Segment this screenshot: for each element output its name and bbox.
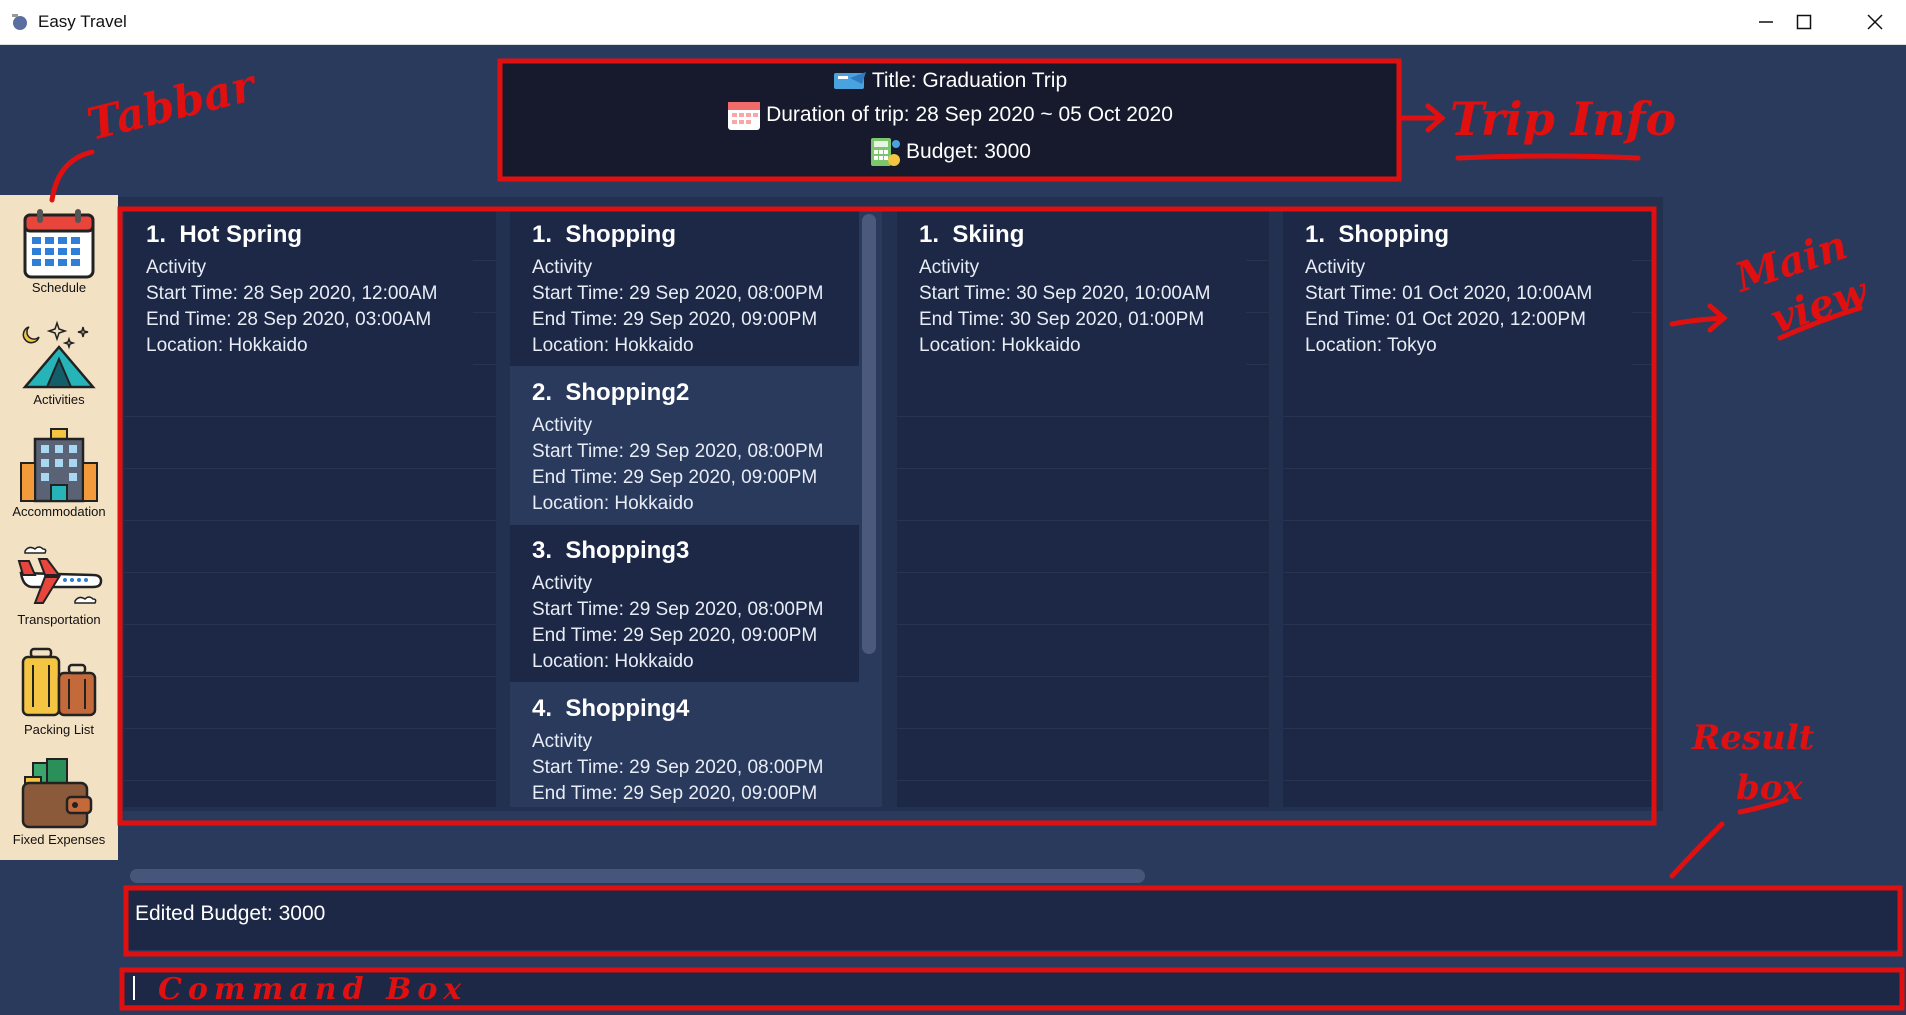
wallet-icon bbox=[21, 758, 93, 829]
card-location: Location: Tokyo bbox=[1305, 335, 1437, 356]
window-title: Easy Travel bbox=[38, 12, 127, 31]
card-title: 1. Shopping bbox=[532, 221, 676, 248]
schedule-card[interactable]: 2. Shopping2 Activity Start Time: 29 Sep… bbox=[510, 367, 859, 524]
day-column-3[interactable]: 1. Skiing Activity Start Time: 30 Sep 20… bbox=[897, 209, 1269, 807]
card-title: 1. Skiing bbox=[919, 221, 1025, 248]
card-end-time: End Time: 29 Sep 2020, 09:00PM bbox=[532, 309, 818, 330]
tab-activities[interactable]: Activities bbox=[0, 315, 118, 420]
calculator-icon bbox=[871, 138, 901, 166]
card-title: 3. Shopping3 bbox=[532, 537, 690, 564]
hotel-icon bbox=[20, 428, 98, 503]
schedule-card[interactable]: 1. Skiing Activity Start Time: 30 Sep 20… bbox=[897, 209, 1246, 366]
tab-transportation-label: Transportation bbox=[17, 612, 101, 627]
trip-title: Title: Graduation Trip bbox=[871, 69, 1068, 92]
day-column-2[interactable]: 1. Shopping Activity Start Time: 29 Sep … bbox=[510, 209, 882, 807]
tab-accommodation-label: Accommodation bbox=[12, 504, 106, 519]
trip-title-row: Title: Graduation Trip bbox=[498, 68, 1401, 94]
card-type: Activity bbox=[146, 257, 207, 278]
trip-duration: Duration of trip: 28 Sep 2020 ~ 05 Oct 2… bbox=[766, 103, 1173, 126]
card-title: 2. Shopping2 bbox=[532, 379, 690, 406]
card-location: Location: Hokkaido bbox=[532, 651, 694, 672]
card-end-time: End Time: 29 Sep 2020, 09:00PM bbox=[532, 783, 818, 804]
tab-activities-label: Activities bbox=[33, 392, 85, 407]
annotation-result-2: box bbox=[1736, 768, 1803, 808]
calendar-icon bbox=[728, 102, 761, 130]
card-end-time: End Time: 29 Sep 2020, 09:00PM bbox=[532, 467, 818, 488]
trip-duration-row: Duration of trip: 28 Sep 2020 ~ 05 Oct 2… bbox=[498, 98, 1401, 132]
vertical-scrollbar[interactable] bbox=[862, 214, 876, 654]
day-column-4[interactable]: 1. Shopping Activity Start Time: 01 Oct … bbox=[1283, 209, 1655, 807]
window-titlebar: Easy Travel bbox=[0, 0, 1906, 45]
card-type: Activity bbox=[532, 731, 593, 752]
card-location: Location: Hokkaido bbox=[532, 335, 694, 356]
trip-info-panel: Title: Graduation Trip Duration of trip:… bbox=[498, 60, 1401, 178]
schedule-card[interactable]: 1. Shopping Activity Start Time: 29 Sep … bbox=[510, 209, 859, 366]
tab-packing-list[interactable]: Packing List bbox=[0, 645, 118, 750]
calendar-icon bbox=[23, 209, 95, 279]
tab-fixed-expenses-label: Fixed Expenses bbox=[12, 832, 106, 847]
tab-fixed-expenses[interactable]: Fixed Expenses bbox=[0, 755, 118, 860]
card-type: Activity bbox=[919, 257, 980, 278]
app-icon bbox=[12, 14, 27, 30]
luggage-icon bbox=[21, 647, 97, 717]
card-location: Location: Hokkaido bbox=[146, 335, 308, 356]
airplane-icon bbox=[17, 546, 103, 604]
annotation-command-box: Command Box bbox=[158, 972, 468, 1007]
close-icon bbox=[1867, 14, 1883, 30]
minimize-icon bbox=[1759, 21, 1773, 23]
card-start-time: Start Time: 29 Sep 2020, 08:00PM bbox=[532, 283, 824, 304]
card-end-time: End Time: 28 Sep 2020, 03:00AM bbox=[146, 309, 432, 330]
text-caret bbox=[133, 976, 135, 1000]
schedule-card[interactable]: 1. Shopping Activity Start Time: 01 Oct … bbox=[1283, 209, 1632, 366]
maximize-button[interactable] bbox=[1777, 0, 1831, 44]
trip-budget: Budget: 3000 bbox=[906, 140, 1031, 163]
card-title: 1. Shopping bbox=[1305, 221, 1449, 248]
card-type: Activity bbox=[532, 257, 593, 278]
close-button[interactable] bbox=[1846, 0, 1904, 44]
tab-transportation[interactable]: Transportation bbox=[0, 535, 118, 640]
card-end-time: End Time: 01 Oct 2020, 12:00PM bbox=[1305, 309, 1586, 330]
card-start-time: Start Time: 28 Sep 2020, 12:00AM bbox=[146, 283, 438, 304]
card-title: 1. Hot Spring bbox=[146, 221, 303, 248]
ticket-icon bbox=[833, 72, 866, 89]
card-end-time: End Time: 29 Sep 2020, 09:00PM bbox=[532, 625, 818, 646]
annotation-trip-info: Trip Info bbox=[1450, 92, 1677, 146]
main-view: 1. Hot Spring Activity Start Time: 28 Se… bbox=[118, 197, 1663, 811]
card-start-time: Start Time: 29 Sep 2020, 08:00PM bbox=[532, 599, 824, 620]
maximize-icon bbox=[1796, 14, 1812, 30]
schedule-card[interactable]: 4. Shopping4 Activity Start Time: 29 Sep… bbox=[510, 683, 859, 807]
tabbar: Schedule Activities Accommodation Transp… bbox=[0, 195, 118, 860]
tab-accommodation[interactable]: Accommodation bbox=[0, 425, 118, 530]
card-title: 4. Shopping4 bbox=[532, 695, 690, 722]
horizontal-scrollbar[interactable] bbox=[130, 869, 1145, 883]
day-column-1[interactable]: 1. Hot Spring Activity Start Time: 28 Se… bbox=[124, 209, 496, 807]
card-type: Activity bbox=[532, 573, 593, 594]
result-box: Edited Budget: 3000 bbox=[128, 890, 1898, 950]
card-start-time: Start Time: 29 Sep 2020, 08:00PM bbox=[532, 757, 824, 778]
schedule-card[interactable]: 3. Shopping3 Activity Start Time: 29 Sep… bbox=[510, 525, 859, 682]
card-start-time: Start Time: 30 Sep 2020, 10:00AM bbox=[919, 283, 1211, 304]
card-type: Activity bbox=[1305, 257, 1366, 278]
card-start-time: Start Time: 29 Sep 2020, 08:00PM bbox=[532, 441, 824, 462]
card-start-time: Start Time: 01 Oct 2020, 10:00AM bbox=[1305, 283, 1593, 304]
card-location: Location: Hokkaido bbox=[532, 493, 694, 514]
tent-icon bbox=[22, 320, 96, 389]
tab-packing-list-label: Packing List bbox=[23, 722, 95, 737]
card-location: Location: Hokkaido bbox=[919, 335, 1081, 356]
tab-schedule[interactable]: Schedule bbox=[0, 205, 118, 310]
card-end-time: End Time: 30 Sep 2020, 01:00PM bbox=[919, 309, 1205, 330]
card-type: Activity bbox=[532, 415, 593, 436]
schedule-card[interactable]: 1. Hot Spring Activity Start Time: 28 Se… bbox=[124, 209, 473, 366]
result-text: Edited Budget: 3000 bbox=[135, 902, 326, 925]
tab-schedule-label: Schedule bbox=[31, 280, 87, 295]
trip-budget-row: Budget: 3000 bbox=[498, 136, 1401, 168]
annotation-result-1: Result bbox=[1692, 718, 1815, 758]
